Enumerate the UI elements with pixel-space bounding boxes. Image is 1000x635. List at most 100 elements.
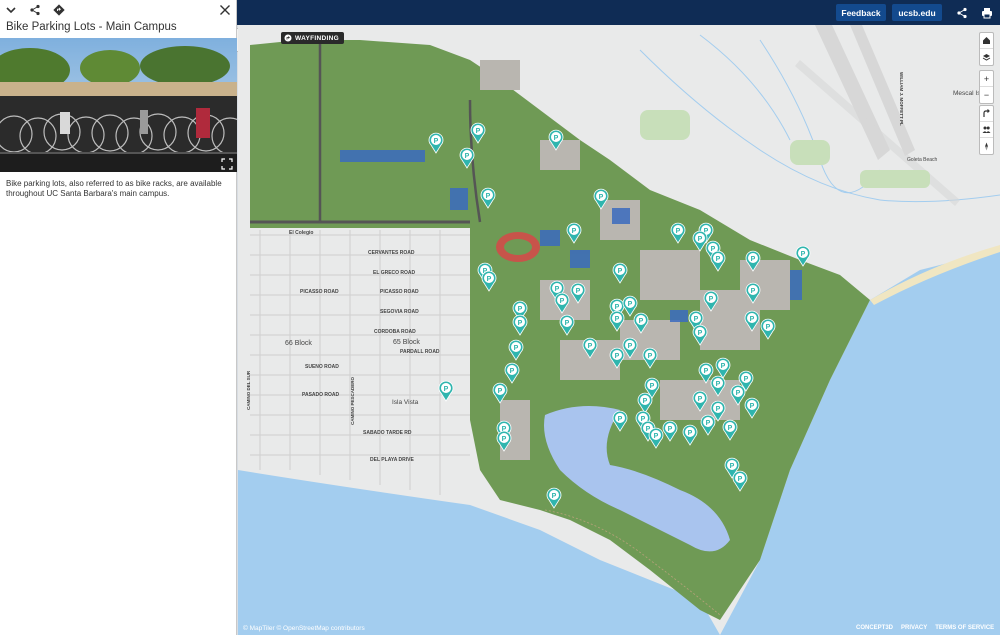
svg-text:P: P: [750, 403, 755, 410]
ucsb-link-button[interactable]: ucsb.edu: [892, 4, 942, 21]
svg-text:P: P: [444, 386, 449, 393]
minus-icon[interactable]: −: [980, 87, 993, 103]
svg-text:P: P: [648, 353, 653, 360]
svg-text:P: P: [628, 301, 633, 308]
map-label-camino-sur: CAMINO DEL SUR: [246, 370, 251, 410]
svg-text:P: P: [698, 396, 703, 403]
svg-text:P: P: [766, 324, 771, 331]
map-label-pardall: PARDALL ROAD: [400, 349, 440, 355]
svg-text:P: P: [518, 306, 523, 313]
map-label-picasso-2: PICASSO ROAD: [380, 289, 419, 295]
map-label-isla-vista: Isla Vista: [392, 399, 419, 406]
svg-text:P: P: [555, 286, 560, 293]
panel-description: Bike parking lots, also referred to as b…: [6, 179, 222, 198]
svg-text:P: P: [599, 194, 604, 201]
svg-text:P: P: [676, 228, 681, 235]
share-icon[interactable]: [28, 3, 42, 17]
zoom-controls: + −: [979, 70, 994, 104]
chevron-down-icon[interactable]: [4, 3, 18, 17]
directions-icon[interactable]: [52, 3, 66, 17]
svg-text:P: P: [698, 330, 703, 337]
svg-text:P: P: [694, 316, 699, 323]
map-label-camino-pescadero: CAMINO PESCADERO: [350, 376, 355, 425]
campus-map[interactable]: P P P P P P P P P P P P P P P P P P P P P P P P P P P P P P P P P P P P P P P P…: [238, 25, 1000, 635]
svg-text:P: P: [728, 425, 733, 432]
svg-text:P: P: [560, 298, 565, 305]
svg-text:P: P: [704, 368, 709, 375]
orientation-controls: [979, 105, 994, 155]
feedback-button[interactable]: Feedback: [836, 4, 886, 21]
wayfinding-button[interactable]: WAYFINDING: [281, 32, 344, 44]
svg-text:P: P: [688, 430, 693, 437]
map-label-sueno: SUENO ROAD: [305, 364, 339, 370]
svg-text:P: P: [639, 318, 644, 325]
svg-text:P: P: [736, 390, 741, 397]
svg-text:P: P: [650, 383, 655, 390]
map-label-66-block: 66 Block: [285, 340, 312, 347]
svg-text:P: P: [576, 288, 581, 295]
svg-text:P: P: [434, 138, 439, 145]
close-icon[interactable]: [218, 3, 232, 17]
privacy-link[interactable]: PRIVACY: [901, 625, 927, 631]
map-label-pasado: PASADO ROAD: [302, 392, 340, 398]
top-bar: Feedback ucsb.edu: [237, 0, 1000, 25]
svg-text:P: P: [615, 304, 620, 311]
svg-text:P: P: [518, 320, 523, 327]
share-icon[interactable]: [956, 6, 968, 24]
svg-text:P: P: [476, 128, 481, 135]
svg-text:P: P: [565, 320, 570, 327]
svg-text:P: P: [730, 463, 735, 470]
panel-title: Bike Parking Lots - Main Campus: [6, 21, 177, 33]
map-label-del-playa: DEL PLAYA DRIVE: [370, 457, 414, 463]
svg-text:P: P: [628, 343, 633, 350]
terms-link[interactable]: TERMS OF SERVICE: [935, 625, 994, 631]
wayfinding-icon: [284, 34, 292, 42]
panel-toolbar: [0, 0, 236, 20]
svg-text:P: P: [618, 416, 623, 423]
svg-text:P: P: [698, 236, 703, 243]
map-label-goleta-beach: Goleta Beach: [907, 157, 938, 163]
svg-text:P: P: [751, 288, 756, 295]
svg-text:P: P: [716, 406, 721, 413]
map-label-sabado: SABADO TARDE RD: [363, 430, 412, 436]
concept3d-logo[interactable]: CONCEPT3D: [856, 625, 893, 631]
compass-icon[interactable]: [980, 138, 993, 154]
map-label-picasso-1: PICASSO ROAD: [300, 289, 339, 295]
map-label-segovia: SEGOVIA ROAD: [380, 309, 419, 315]
layers-icon[interactable]: [980, 49, 993, 65]
svg-text:P: P: [502, 436, 507, 443]
home-icon[interactable]: [980, 33, 993, 49]
svg-text:P: P: [618, 268, 623, 275]
svg-text:P: P: [654, 433, 659, 440]
print-icon[interactable]: [981, 6, 993, 24]
svg-text:P: P: [668, 426, 673, 433]
rotate-icon[interactable]: [980, 106, 993, 122]
expand-icon[interactable]: [221, 157, 233, 170]
svg-text:P: P: [643, 398, 648, 405]
svg-text:P: P: [751, 256, 756, 263]
svg-text:P: P: [738, 476, 743, 483]
wayfinding-label: WAYFINDING: [295, 34, 339, 42]
map-label-el-greco: EL GRECO ROAD: [373, 270, 416, 276]
svg-text:P: P: [465, 153, 470, 160]
svg-text:P: P: [709, 296, 714, 303]
map-view-controls: [979, 32, 994, 66]
svg-text:P: P: [552, 493, 557, 500]
map-label-el-colegio: El Colegio: [289, 230, 314, 236]
map-attribution: © MapTiler © OpenStreetMap contributors: [243, 625, 365, 632]
people-icon[interactable]: [980, 122, 993, 138]
svg-text:P: P: [486, 193, 491, 200]
svg-text:P: P: [750, 316, 755, 323]
svg-text:P: P: [487, 276, 492, 283]
svg-text:P: P: [615, 353, 620, 360]
map-label-cordoba: CORDOBA ROAD: [374, 329, 416, 335]
map-footer-links: CONCEPT3D PRIVACY TERMS OF SERVICE: [856, 625, 994, 631]
svg-text:P: P: [588, 343, 593, 350]
plus-icon[interactable]: +: [980, 71, 993, 87]
svg-text:P: P: [801, 251, 806, 258]
svg-text:P: P: [744, 376, 749, 383]
map-label-65-block: 65 Block: [393, 339, 420, 346]
svg-text:P: P: [514, 345, 519, 352]
svg-text:P: P: [554, 135, 559, 142]
svg-text:P: P: [721, 363, 726, 370]
